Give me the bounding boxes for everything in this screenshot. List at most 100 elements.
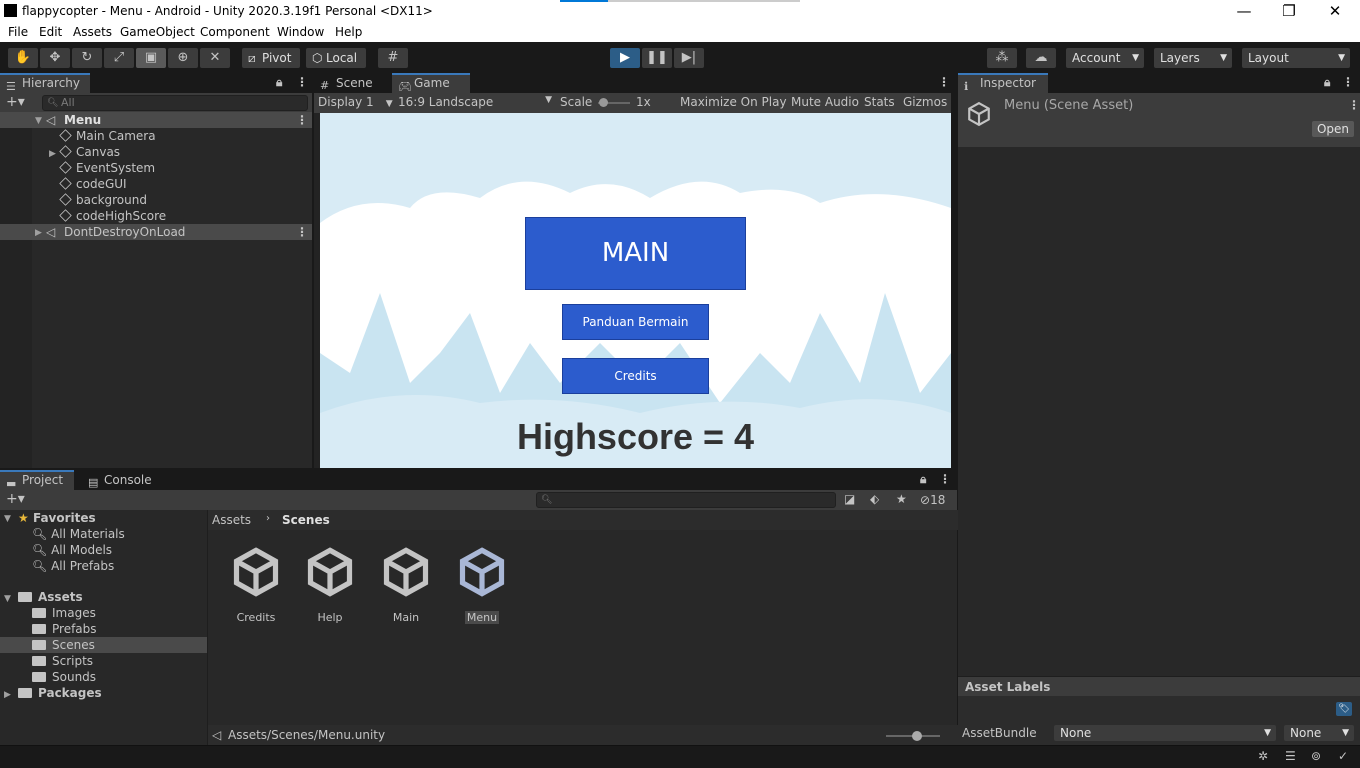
maximize-button[interactable]: ❐	[1266, 0, 1312, 22]
rect-tool-icon[interactable]: ▣	[136, 48, 166, 68]
panel-menu-icon[interactable]: ⋮	[296, 75, 308, 89]
expand-arrow-icon[interactable]: ▶	[35, 225, 42, 241]
menu-edit[interactable]: Edit	[39, 25, 62, 39]
folder-item-selected[interactable]: Scenes	[0, 637, 207, 653]
rotate-tool-icon[interactable]: ↻	[72, 48, 102, 68]
scene-row[interactable]: ▼ ◁ Menu ⋮	[0, 112, 312, 128]
panduan-bermain-button[interactable]: Panduan Bermain	[562, 304, 709, 340]
favorite-star-icon[interactable]: ★	[896, 492, 907, 506]
display-dropdown[interactable]: Display 1 ▼	[318, 95, 393, 109]
favorite-item[interactable]: 🔍︎ All Prefabs	[32, 558, 114, 574]
menu-component[interactable]: Component	[200, 25, 270, 39]
gizmos-toggle[interactable]: Gizmos	[903, 95, 947, 109]
menu-window[interactable]: Window	[277, 25, 324, 39]
bug-icon[interactable]: ✲	[1258, 749, 1268, 763]
cache-server-icon[interactable]: ☰	[1285, 749, 1296, 763]
grid-snap-icon[interactable]: #	[378, 48, 408, 68]
tab-hierarchy[interactable]: ☰ Hierarchy	[0, 73, 90, 93]
step-button[interactable]: ▶|	[674, 48, 704, 68]
account-dropdown[interactable]: Account ▼	[1066, 48, 1144, 68]
variant-dropdown[interactable]: None ▼	[1284, 725, 1354, 741]
main-button[interactable]: MAIN	[525, 217, 746, 290]
hierarchy-search-input[interactable]: 🔍︎ All	[42, 95, 308, 111]
layout-dropdown[interactable]: Layout ▼	[1242, 48, 1350, 68]
scene-asset[interactable]: Credits	[224, 546, 288, 624]
tag-icon[interactable]: 🏷︎	[1336, 702, 1352, 716]
hidden-packages-toggle[interactable]: ⊘18	[920, 493, 945, 507]
panel-menu-icon[interactable]: ⋮	[938, 75, 950, 89]
scale-slider-handle[interactable]	[599, 98, 608, 107]
lock-icon[interactable]: 🔒︎	[920, 472, 926, 487]
project-search-input[interactable]: 🔍︎	[536, 492, 836, 508]
hand-tool-icon[interactable]: ✋	[8, 48, 38, 68]
transform-tool-icon[interactable]: ⊕	[168, 48, 198, 68]
aspect-dropdown[interactable]: 16:9 Landscape ▼	[398, 95, 552, 109]
tab-console[interactable]: ▤ Console	[82, 470, 162, 490]
dontdestroy-menu-icon[interactable]: ⋮	[296, 224, 308, 240]
cloud-icon[interactable]: ☁	[1026, 48, 1056, 68]
expand-arrow-icon[interactable]: ▼	[4, 514, 11, 524]
hierarchy-item[interactable]: codeGUI	[59, 176, 127, 192]
move-tool-icon[interactable]: ✥	[40, 48, 70, 68]
favorite-item[interactable]: 🔍︎ All Models	[32, 542, 112, 558]
assetbundle-dropdown[interactable]: None ▼	[1054, 725, 1276, 741]
layers-dropdown[interactable]: Layers ▼	[1154, 48, 1232, 68]
pause-button[interactable]: ❚❚	[642, 48, 672, 68]
expand-arrow-icon[interactable]: ▼	[4, 594, 11, 604]
hierarchy-item[interactable]: Main Camera	[59, 128, 156, 144]
folder-item[interactable]: Images	[32, 605, 96, 621]
tab-project[interactable]: ▬ Project	[0, 470, 74, 490]
expand-arrow-icon[interactable]: ▶	[49, 149, 56, 159]
inspector-menu-icon[interactable]: ⋮	[1348, 98, 1360, 112]
filter-label-icon[interactable]: ⬖	[870, 492, 879, 506]
tab-scene[interactable]: # Scene	[314, 73, 390, 93]
close-button[interactable]: ✕	[1312, 0, 1358, 22]
expand-arrow-icon[interactable]: ▼	[35, 113, 42, 129]
check-icon[interactable]: ✓	[1338, 749, 1348, 763]
credits-button[interactable]: Credits	[562, 358, 709, 394]
scene-asset[interactable]: Help	[298, 546, 362, 624]
folder-item[interactable]: Sounds	[32, 669, 96, 685]
assets-row[interactable]: Assets	[18, 589, 83, 605]
favorites-row[interactable]: ★ Favorites	[18, 510, 96, 526]
collab-icon[interactable]: ⁂	[987, 48, 1017, 68]
menu-help[interactable]: Help	[335, 25, 362, 39]
scene-asset-selected[interactable]: Menu	[450, 546, 514, 624]
tab-inspector[interactable]: ℹ Inspector	[958, 73, 1048, 93]
hierarchy-item[interactable]: EventSystem	[59, 160, 155, 176]
game-view[interactable]: MAIN Panduan Bermain Credits Highscore =…	[320, 113, 951, 468]
menu-assets[interactable]: Assets	[73, 25, 112, 39]
open-button[interactable]: Open	[1312, 121, 1354, 137]
add-icon[interactable]: +▾	[6, 94, 25, 110]
breadcrumb-scenes[interactable]: Scenes	[282, 513, 330, 527]
menu-gameobject[interactable]: GameObject	[120, 25, 195, 39]
favorite-item[interactable]: 🔍︎ All Materials	[32, 526, 125, 542]
lock-icon[interactable]: 🔒︎	[276, 75, 282, 90]
dontdestroy-row[interactable]: ▶ ◁ DontDestroyOnLoad ⋮	[0, 224, 312, 240]
mute-audio-toggle[interactable]: Mute Audio	[791, 95, 859, 109]
maximize-on-play-toggle[interactable]: Maximize On Play	[680, 95, 787, 109]
hierarchy-item[interactable]: background	[59, 192, 147, 208]
hierarchy-item[interactable]: codeHighScore	[59, 208, 166, 224]
filter-type-icon[interactable]: ◪	[844, 492, 855, 506]
folder-item[interactable]: Prefabs	[32, 621, 97, 637]
play-button[interactable]: ▶	[610, 48, 640, 68]
folder-item[interactable]: Scripts	[32, 653, 93, 669]
packages-row[interactable]: Packages	[18, 685, 102, 701]
panel-menu-icon[interactable]: ⋮	[939, 472, 951, 486]
icon-size-slider-handle[interactable]	[912, 731, 922, 741]
scene-asset[interactable]: Main	[374, 546, 438, 624]
menu-file[interactable]: File	[8, 25, 28, 39]
stats-toggle[interactable]: Stats	[864, 95, 895, 109]
local-toggle[interactable]: ⬡ Local	[306, 48, 366, 68]
panel-menu-icon[interactable]: ⋮	[1342, 75, 1354, 89]
auto-generate-lighting-icon[interactable]: ⊚	[1311, 749, 1321, 763]
expand-arrow-icon[interactable]: ▶	[4, 690, 11, 700]
pivot-toggle[interactable]: ⧄ Pivot	[242, 48, 300, 68]
custom-tool-icon[interactable]: ✕	[200, 48, 230, 68]
scale-tool-icon[interactable]: ⤢	[104, 48, 134, 68]
add-icon[interactable]: +▾	[6, 491, 25, 507]
minimize-button[interactable]: —	[1221, 0, 1267, 22]
hierarchy-item[interactable]: Canvas	[59, 144, 120, 160]
scene-menu-icon[interactable]: ⋮	[296, 112, 308, 128]
